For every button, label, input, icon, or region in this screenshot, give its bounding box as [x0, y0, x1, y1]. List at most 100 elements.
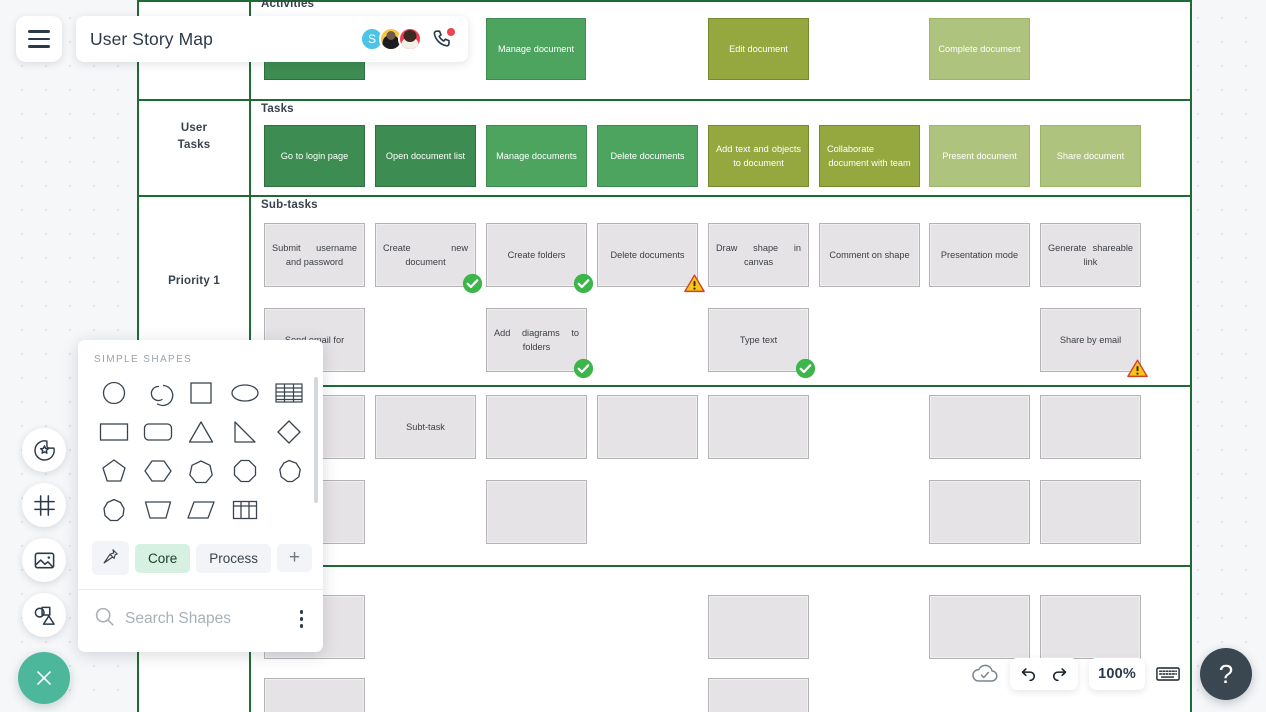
- empty-card[interactable]: [929, 595, 1030, 659]
- parallelogram-shape[interactable]: [180, 490, 224, 529]
- undo-redo-group: [1010, 658, 1079, 690]
- subtask-card[interactable]: Create folders: [486, 223, 594, 294]
- subtask-card[interactable]: Share by email: [1040, 308, 1148, 378]
- task-card[interactable]: Share document: [1040, 125, 1141, 187]
- lane-title-activities: Activities: [261, 0, 315, 10]
- search-input[interactable]: Search Shapes: [125, 610, 286, 628]
- redo-icon[interactable]: [1049, 665, 1069, 683]
- check-circle-icon: [795, 358, 816, 379]
- subtask-card[interactable]: Create new document: [375, 223, 483, 294]
- card-text: Type text: [739, 335, 778, 345]
- table-lines-shape[interactable]: [267, 373, 311, 412]
- decagon-shape[interactable]: [92, 490, 136, 529]
- subtask-card[interactable]: Submit username and password: [264, 223, 365, 287]
- warning-triangle-icon: [1127, 358, 1148, 379]
- task-card[interactable]: Add text and objects to document: [708, 125, 809, 187]
- empty-card[interactable]: [929, 395, 1030, 459]
- undo-icon[interactable]: [1019, 665, 1039, 683]
- hexagon-shape[interactable]: [136, 451, 180, 490]
- grid-table-shape[interactable]: [223, 490, 267, 529]
- empty-card[interactable]: [708, 595, 809, 659]
- activity-card[interactable]: Edit document: [708, 18, 809, 80]
- keyboard-shortcuts-icon[interactable]: [1156, 665, 1180, 683]
- task-card[interactable]: Open document list: [375, 125, 476, 187]
- shapes-search-row: Search Shapes: [78, 589, 323, 652]
- lane-title-tasks: Tasks: [261, 103, 294, 115]
- subtask-card[interactable]: Comment on shape: [819, 223, 920, 287]
- subtask-card[interactable]: Add diagrams to folders: [486, 308, 594, 379]
- diamond-shape[interactable]: [267, 412, 311, 451]
- rounded-rectangle-shape[interactable]: [136, 412, 180, 451]
- empty-card[interactable]: [486, 395, 587, 459]
- cloud-saved-icon[interactable]: [971, 663, 999, 685]
- card-text: Present document: [942, 151, 1017, 161]
- subtask-card[interactable]: Type text: [708, 308, 816, 379]
- frame-icon[interactable]: [22, 483, 66, 527]
- right-triangle-shape[interactable]: [223, 412, 267, 451]
- avatar[interactable]: [398, 27, 422, 51]
- lane-divider-subtasks: [139, 195, 1190, 197]
- pin-icon[interactable]: [92, 541, 129, 575]
- zoom-level-button[interactable]: 100%: [1089, 658, 1145, 690]
- shapes-icon[interactable]: [22, 593, 66, 637]
- sticker-icon[interactable]: [22, 428, 66, 472]
- app-root: Activities Tasks Sub-tasks User Tasks Pr…: [0, 0, 1266, 712]
- rectangle-shape[interactable]: [92, 412, 136, 451]
- empty-card[interactable]: [486, 480, 587, 544]
- task-card[interactable]: Present document: [929, 125, 1030, 187]
- nonagon-shape[interactable]: [267, 451, 311, 490]
- octagon-shape[interactable]: [223, 451, 267, 490]
- card-text: Create new document: [383, 243, 468, 267]
- empty-card[interactable]: [1040, 595, 1141, 659]
- phone-call-icon[interactable]: [432, 28, 455, 50]
- process-tab[interactable]: Process: [196, 543, 272, 573]
- check-circle-icon: [573, 358, 594, 379]
- kebab-dot: [299, 624, 303, 628]
- lane-label-priority-1: Priority 1: [168, 275, 220, 287]
- empty-card[interactable]: [264, 678, 365, 712]
- card-text: Subt-task: [406, 422, 445, 432]
- more-options-icon[interactable]: [296, 608, 308, 630]
- heptagon-shape[interactable]: [180, 451, 224, 490]
- circle-shape[interactable]: [92, 373, 136, 412]
- empty-card[interactable]: [597, 395, 698, 459]
- core-tab[interactable]: Core: [135, 543, 191, 573]
- subtask-card[interactable]: Delete documents: [597, 223, 705, 293]
- empty-card[interactable]: [1040, 395, 1141, 459]
- image-icon[interactable]: [22, 538, 66, 582]
- add-library-tab[interactable]: +: [277, 544, 313, 572]
- page-title[interactable]: User Story Map: [90, 29, 213, 50]
- lane-divider-tasks: [139, 99, 1190, 101]
- triangle-shape[interactable]: [180, 412, 224, 451]
- activity-card[interactable]: Complete document: [929, 18, 1030, 80]
- shapes-grid: [78, 371, 323, 535]
- arc-shape[interactable]: [136, 373, 180, 412]
- help-button[interactable]: ?: [1200, 648, 1252, 700]
- empty-card[interactable]: [708, 395, 809, 459]
- task-card[interactable]: Manage documents: [486, 125, 587, 187]
- card-text: Open document list: [385, 151, 466, 161]
- subtask-card[interactable]: Draw shape in canvas: [708, 223, 809, 287]
- subtask-placeholder-card[interactable]: Subt-task: [375, 395, 476, 459]
- shapes-scrollbar[interactable]: [314, 377, 318, 503]
- square-shape[interactable]: [180, 373, 224, 412]
- trapezoid-shape[interactable]: [136, 490, 180, 529]
- card-text: Comment on shape: [829, 250, 910, 260]
- empty-card[interactable]: [1040, 480, 1141, 544]
- subtask-card[interactable]: Presentation mode: [929, 223, 1030, 287]
- ellipse-shape[interactable]: [223, 373, 267, 412]
- card-text: Edit document: [729, 44, 788, 54]
- subtask-card[interactable]: Generate shareable link: [1040, 223, 1141, 287]
- collaborator-avatars: S: [360, 27, 455, 51]
- activity-card[interactable]: Manage document: [486, 18, 586, 80]
- task-card[interactable]: Go to login page: [264, 125, 365, 187]
- empty-card[interactable]: [708, 678, 809, 712]
- task-card[interactable]: Delete documents: [597, 125, 698, 187]
- card-text: Presentation mode: [940, 250, 1019, 260]
- warning-triangle-icon: [684, 273, 705, 294]
- hamburger-menu-icon[interactable]: [16, 16, 62, 62]
- close-icon[interactable]: [18, 652, 70, 704]
- pentagon-shape[interactable]: [92, 451, 136, 490]
- task-card[interactable]: Collaborate document with team: [819, 125, 920, 187]
- empty-card[interactable]: [929, 480, 1030, 544]
